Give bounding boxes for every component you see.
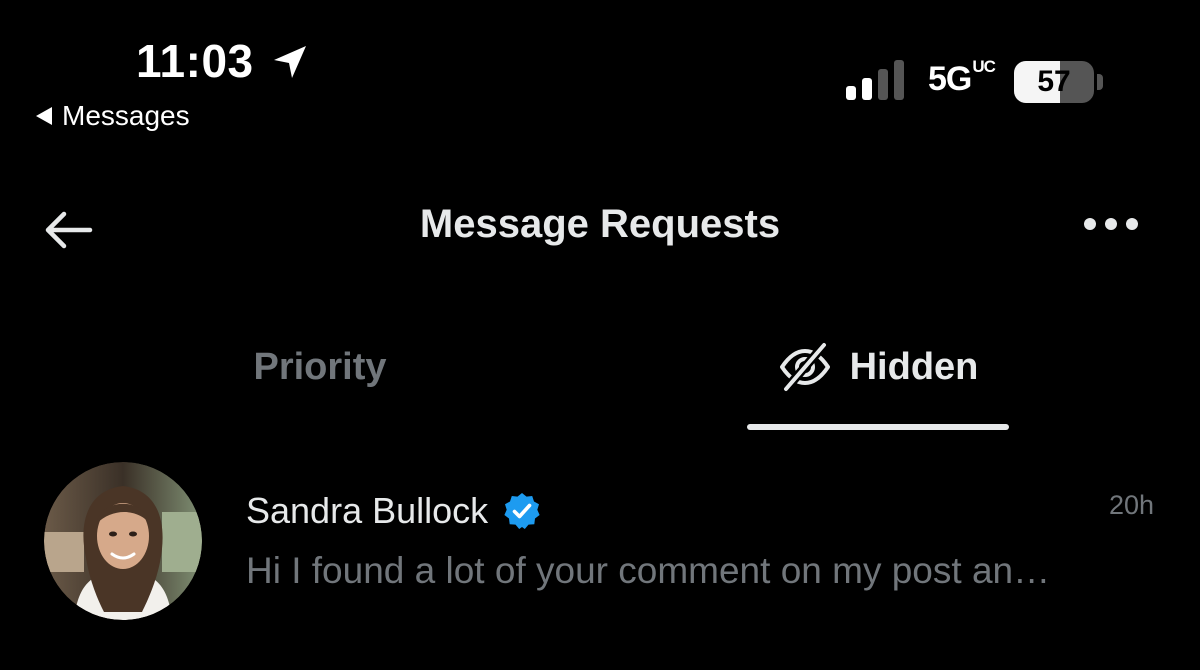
nav-bar: Message Requests	[0, 180, 1200, 280]
sender-row: Sandra Bullock	[246, 490, 542, 532]
eye-off-icon	[779, 340, 830, 394]
back-to-app-label: Messages	[62, 100, 190, 131]
battery-indicator: 57	[1014, 61, 1104, 103]
back-triangle-icon	[36, 107, 52, 125]
active-tab-indicator	[747, 424, 1009, 430]
message-timestamp: 20h	[1108, 490, 1154, 520]
conversation-item[interactable]: Sandra Bullock 20h Hi I found a lot of y…	[0, 440, 1200, 640]
page-title: Message Requests	[419, 202, 781, 246]
location-arrow-icon	[274, 46, 306, 78]
tab-hidden-label: Hidden	[849, 346, 979, 388]
tab-bar: Priority Hidden	[0, 320, 1200, 430]
battery-body: 57	[1014, 61, 1094, 103]
sender-name: Sandra Bullock	[246, 490, 489, 531]
status-bar: 11:03 Messages 5GUC 57	[0, 0, 1200, 140]
network-type-super: UC	[972, 56, 996, 76]
tab-priority-label: Priority	[253, 346, 387, 388]
network-type: 5GUC	[928, 56, 996, 99]
avatar[interactable]	[44, 462, 202, 620]
network-type-main: 5G	[928, 60, 972, 98]
back-to-app-button[interactable]: Messages	[36, 100, 190, 132]
tab-hidden[interactable]: Hidden	[747, 320, 1009, 430]
cellular-signal-icon	[846, 60, 904, 100]
battery-cap	[1097, 74, 1103, 90]
more-options-icon[interactable]	[1082, 216, 1140, 232]
tab-priority[interactable]: Priority	[150, 320, 490, 430]
message-preview: Hi I found a lot of your comment on my p…	[246, 550, 1051, 591]
verified-badge-icon	[504, 493, 540, 529]
status-time: 11:03	[136, 35, 254, 87]
battery-percent: 57	[1037, 65, 1071, 98]
